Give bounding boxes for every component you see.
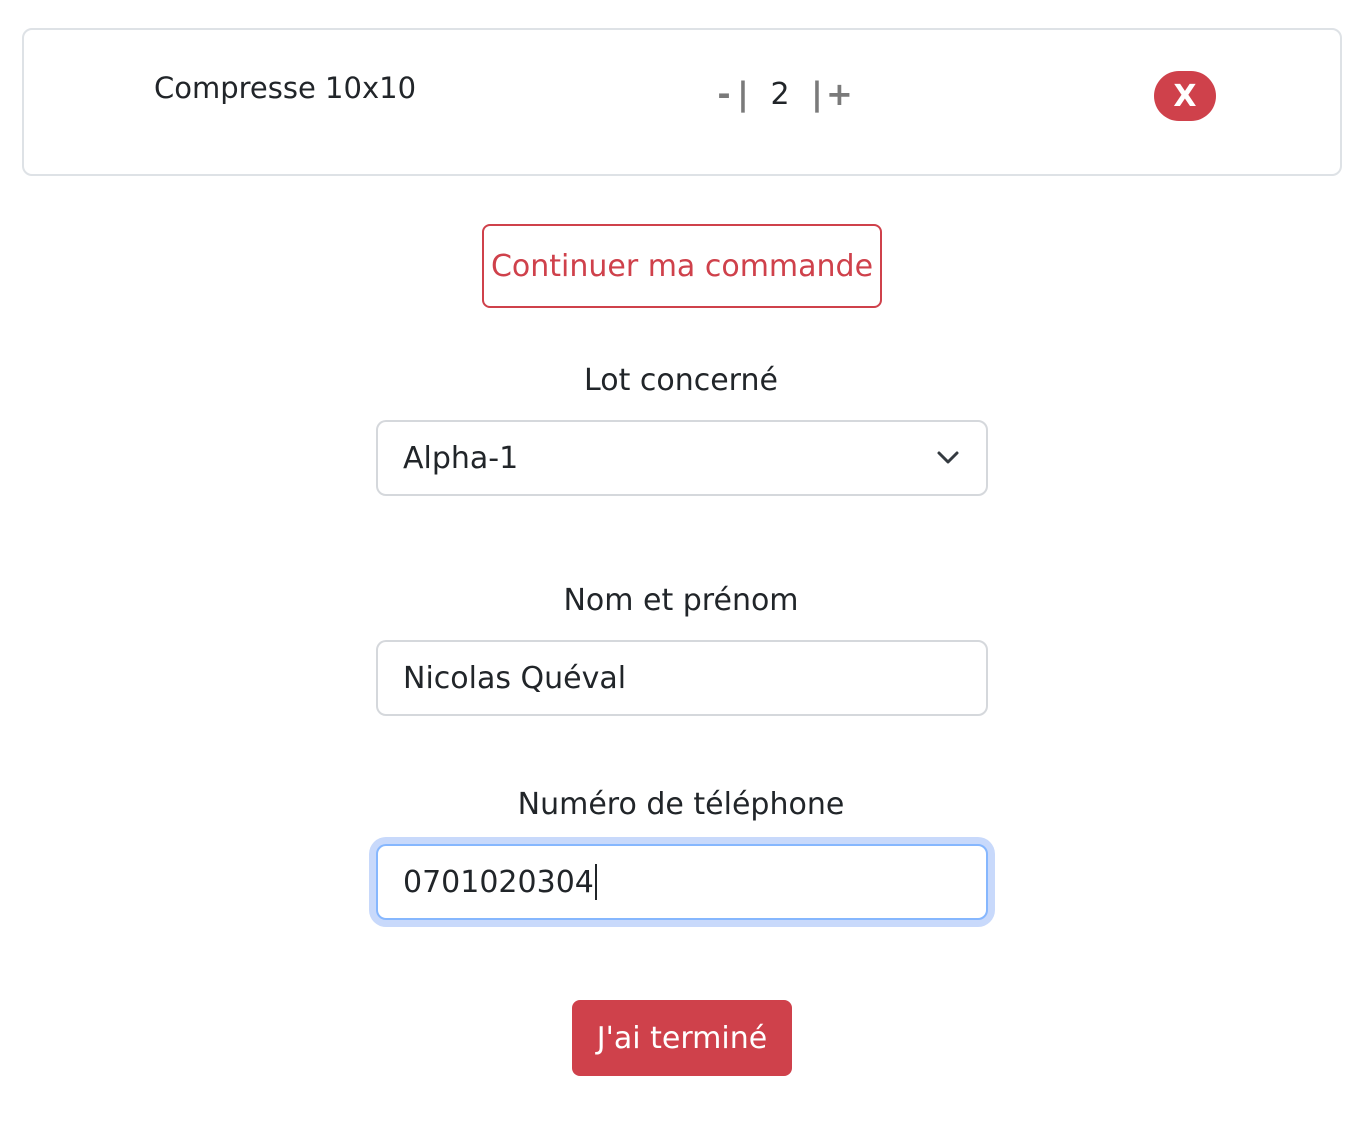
lot-select-value: Alpha-1 [403,440,519,476]
cart-item-card: Compresse 10x10 - | 2 | + X [22,28,1342,176]
finish-button[interactable]: J'ai terminé [572,1000,792,1076]
name-input[interactable]: Nicolas Quéval [376,640,988,716]
order-page: Compresse 10x10 - | 2 | + X Continuer ma… [0,0,1362,1132]
name-label: Nom et prénom [563,583,799,618]
text-cursor [594,864,597,900]
remove-item-button[interactable]: X [1154,71,1216,121]
increment-button[interactable]: + [826,74,853,114]
chevron-down-icon [937,451,959,464]
phone-input-value: 0701020304 [403,864,594,900]
phone-label: Numéro de téléphone [517,787,845,822]
name-input-value: Nicolas Quéval [403,660,627,696]
phone-input[interactable]: 0701020304 [376,844,988,920]
decrement-button[interactable]: - [714,74,734,114]
quantity-value: 2 [770,76,790,112]
quantity-stepper: - | 2 | + [714,74,852,114]
lot-select[interactable]: Alpha-1 [376,420,988,496]
item-name: Compresse 10x10 [154,71,417,105]
stepper-divider: | [811,75,823,113]
continue-order-button[interactable]: Continuer ma commande [482,224,882,308]
lot-label: Lot concerné [584,363,778,398]
stepper-divider: | [737,75,749,113]
